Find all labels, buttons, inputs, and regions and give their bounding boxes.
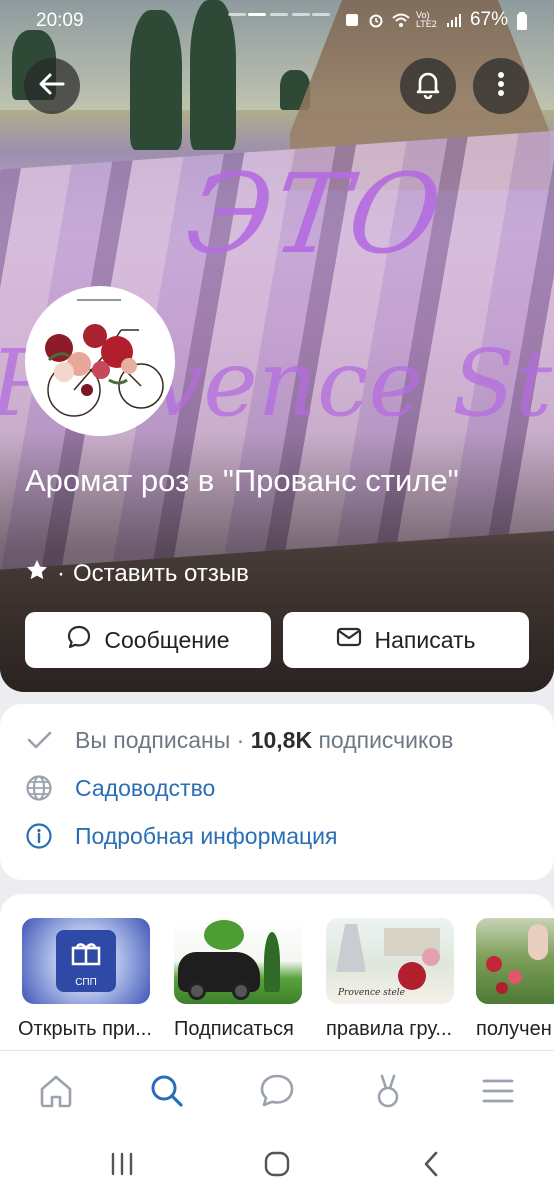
tab-clips[interactable] bbox=[366, 1071, 410, 1115]
person-shape bbox=[528, 924, 548, 960]
notifications-button[interactable] bbox=[400, 58, 456, 114]
arrow-left-icon bbox=[37, 69, 67, 104]
info-separator: · bbox=[236, 726, 245, 753]
link-thumbnail bbox=[476, 918, 554, 1004]
star-icon bbox=[25, 558, 49, 589]
group-avatar[interactable] bbox=[25, 286, 175, 436]
notification-app-icon bbox=[344, 12, 360, 28]
subscribed-label: Вы подписаны bbox=[75, 726, 231, 753]
info-icon bbox=[25, 822, 53, 850]
cover-overlay-word: ЭТО bbox=[179, 150, 451, 278]
chat-icon bbox=[258, 1072, 296, 1115]
tab-menu[interactable] bbox=[476, 1071, 520, 1115]
write-button[interactable]: Написать bbox=[283, 612, 529, 668]
info-card: Вы подписаны · 10,8K подписчиков Садовод… bbox=[0, 704, 554, 880]
status-time: 20:09 bbox=[36, 10, 84, 31]
home-system-button[interactable] bbox=[259, 1148, 295, 1184]
rating-separator: · bbox=[57, 559, 65, 587]
cover-image: ЭТО Provence St 20:09 Vo) LTE2 67% Арома… bbox=[0, 0, 554, 692]
mail-icon bbox=[336, 624, 362, 656]
followers-count: 10,8K bbox=[250, 726, 313, 753]
home-icon bbox=[37, 1072, 75, 1115]
menu-icon bbox=[479, 1072, 517, 1115]
link-caption: правила гру... bbox=[326, 1018, 453, 1040]
back-chevron-icon bbox=[417, 1149, 447, 1184]
link-caption: Открыть при... bbox=[18, 1018, 150, 1040]
bell-icon bbox=[413, 69, 443, 104]
windmill-sketch bbox=[336, 924, 366, 972]
link-caption: получен bbox=[476, 1018, 552, 1040]
battery-percent: 67% bbox=[469, 9, 508, 30]
chat-bubble-icon bbox=[66, 624, 92, 656]
link-tile[interactable]: Provence stele правила гру... bbox=[326, 918, 454, 1041]
link-thumbnail bbox=[174, 918, 302, 1004]
wifi-icon bbox=[392, 12, 410, 28]
message-label: Сообщение bbox=[104, 626, 230, 653]
group-title: Аромат роз в "Прованс стиле" bbox=[25, 463, 459, 498]
tab-messages[interactable] bbox=[255, 1071, 299, 1115]
category-row[interactable]: Садоводство bbox=[25, 774, 215, 802]
clips-icon bbox=[369, 1072, 407, 1115]
category-link[interactable]: Садоводство bbox=[75, 775, 215, 802]
tab-home[interactable] bbox=[34, 1071, 78, 1115]
link-tile[interactable]: получен bbox=[476, 918, 554, 1041]
leave-review-link[interactable]: Оставить отзыв bbox=[73, 560, 249, 588]
group-page: ЭТО Provence St 20:09 Vo) LTE2 67% Арома… bbox=[0, 0, 554, 1200]
followers-label: подписчиков bbox=[318, 726, 454, 753]
link-thumbnail: СПП bbox=[22, 918, 150, 1004]
system-navigation-bar bbox=[0, 1132, 554, 1200]
globe-icon bbox=[25, 774, 53, 802]
back-system-button[interactable] bbox=[414, 1148, 450, 1184]
link-tile[interactable]: СПП Открыть при... bbox=[18, 918, 150, 1041]
home-circle-icon bbox=[262, 1149, 292, 1184]
back-button[interactable] bbox=[24, 58, 80, 114]
more-vertical-icon bbox=[486, 69, 516, 104]
status-bar: 20:09 Vo) LTE2 67% bbox=[0, 0, 554, 42]
write-label: Написать bbox=[374, 626, 476, 653]
more-button[interactable] bbox=[473, 58, 529, 114]
check-icon bbox=[25, 726, 53, 754]
link-caption: Подписаться bbox=[174, 1018, 294, 1040]
signal-icon bbox=[446, 12, 462, 28]
network-label: Vo) LTE2 bbox=[415, 10, 437, 29]
details-link[interactable]: Подробная информация bbox=[75, 823, 337, 850]
battery-icon bbox=[516, 12, 532, 30]
link-thumbnail: Provence stele bbox=[326, 918, 454, 1004]
link-thumb-text: СПП bbox=[75, 977, 97, 988]
subscription-row[interactable]: Вы подписаны · 10,8K подписчиков bbox=[25, 726, 453, 754]
search-icon bbox=[148, 1072, 186, 1115]
details-row[interactable]: Подробная информация bbox=[25, 822, 337, 850]
gift-icon bbox=[70, 938, 102, 971]
recents-icon bbox=[107, 1149, 137, 1184]
link-thumb-text: Provence stele bbox=[338, 988, 405, 998]
alarm-icon bbox=[368, 12, 384, 28]
recents-button[interactable] bbox=[104, 1148, 140, 1184]
tab-search[interactable] bbox=[145, 1071, 189, 1115]
rose-shape bbox=[398, 962, 426, 990]
links-card: СПП Открыть при... Подписаться Provence bbox=[0, 894, 554, 1050]
message-button[interactable]: Сообщение bbox=[25, 612, 271, 668]
bottom-tab-bar bbox=[0, 1050, 554, 1132]
link-tile[interactable]: Подписаться bbox=[174, 918, 302, 1041]
rating-row[interactable]: · Оставить отзыв bbox=[25, 558, 249, 589]
